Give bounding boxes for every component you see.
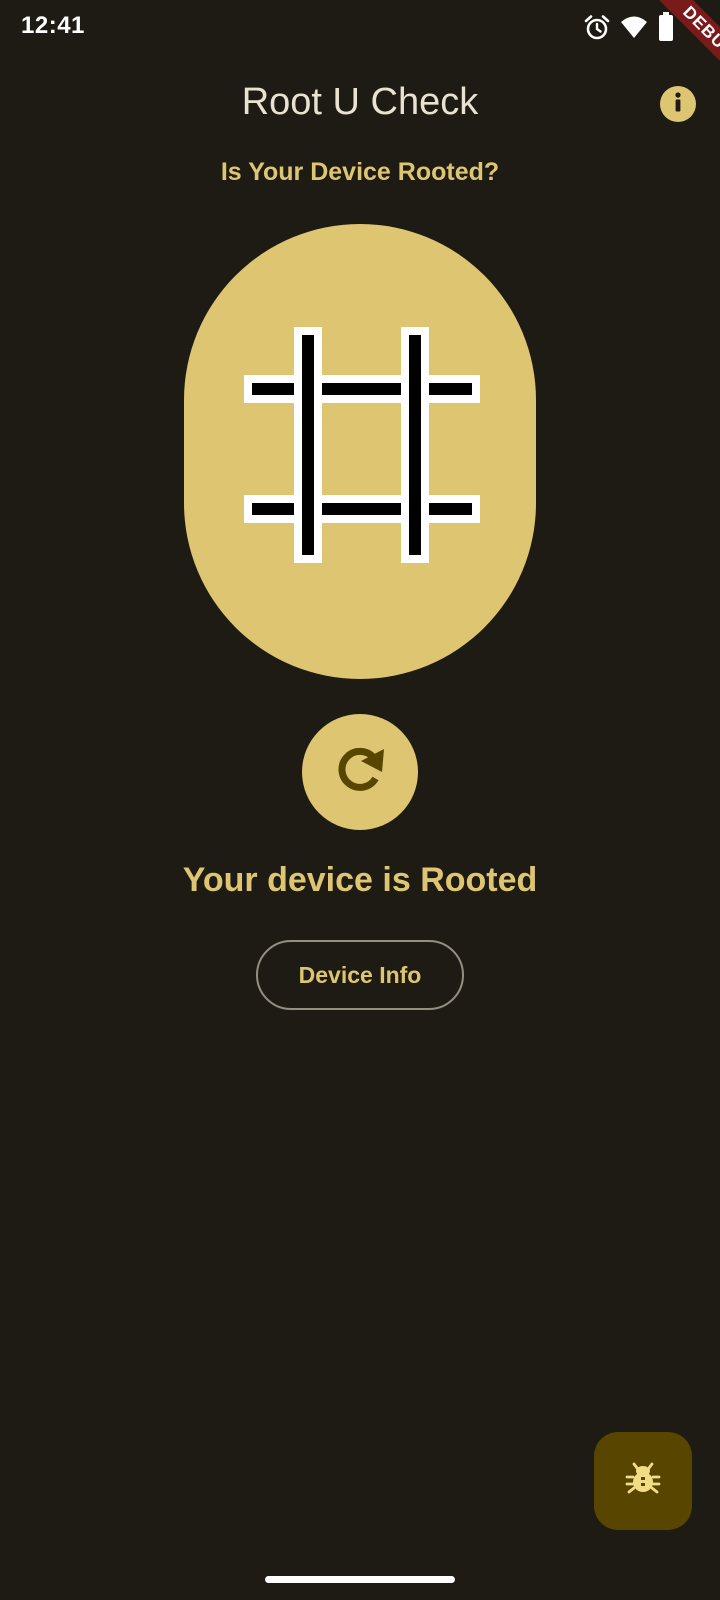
root-status-text: Your device is Rooted — [182, 861, 538, 899]
alarm-icon — [584, 14, 610, 47]
refresh-icon — [328, 738, 392, 807]
battery-icon — [658, 12, 674, 47]
hash-icon — [244, 327, 480, 563]
info-button[interactable] — [660, 86, 696, 122]
root-status-indicator — [184, 224, 536, 679]
page-title: Root U Check — [241, 81, 479, 123]
status-time: 12:41 — [21, 12, 85, 39]
bug-icon — [623, 1459, 663, 1504]
debug-fab[interactable] — [594, 1432, 692, 1530]
home-indicator[interactable] — [265, 1576, 455, 1583]
device-info-button[interactable]: Device Info — [256, 940, 464, 1010]
info-icon — [660, 84, 696, 125]
wifi-icon — [620, 14, 648, 45]
refresh-button[interactable] — [302, 714, 418, 830]
status-bar: 12:41 — [0, 0, 720, 54]
question-heading: Is Your Device Rooted? — [220, 158, 500, 186]
